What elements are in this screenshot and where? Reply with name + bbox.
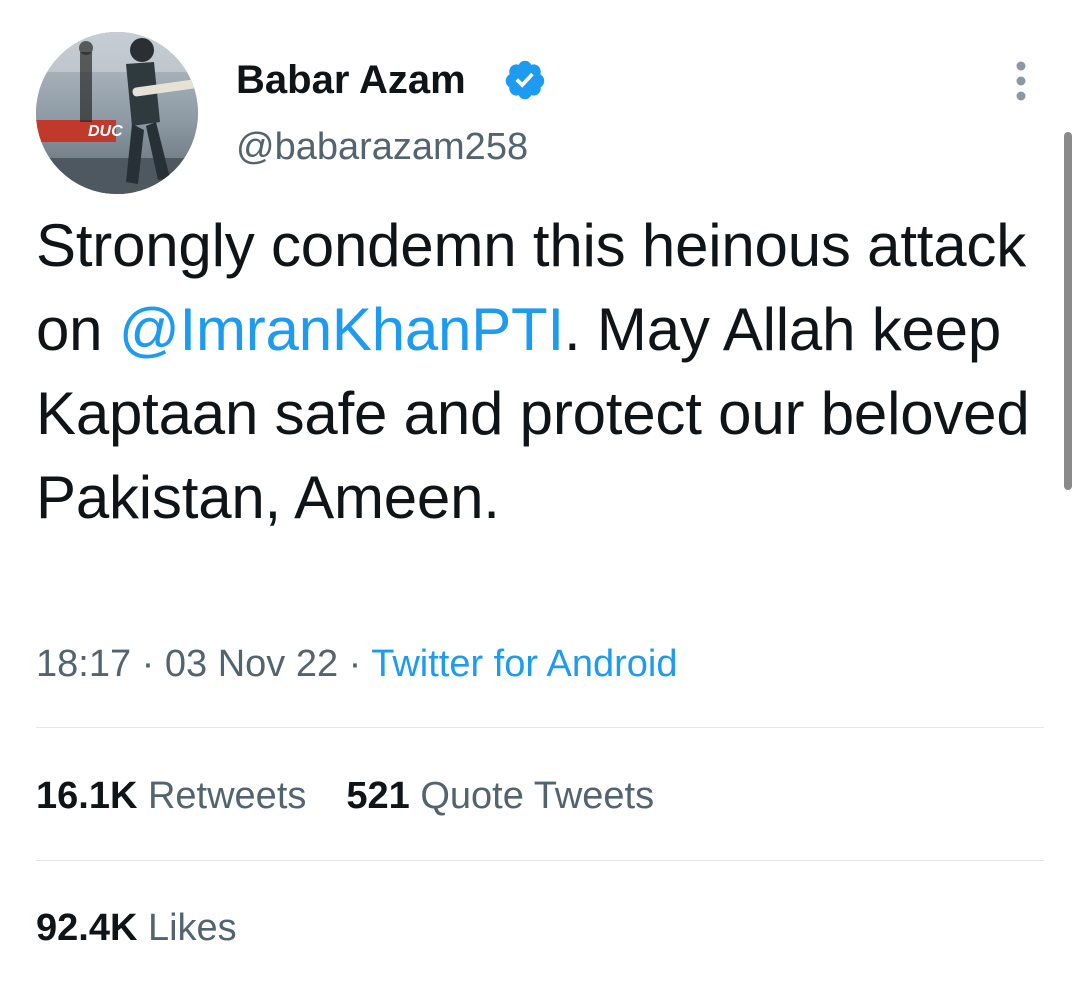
likes-stats: 92.4K Likes <box>36 904 237 952</box>
likes-stat[interactable]: 92.4K Likes <box>36 907 237 949</box>
likes-count: 92.4K <box>36 907 138 949</box>
divider <box>36 727 1044 728</box>
meta-separator: · <box>338 643 372 685</box>
likes-label: Likes <box>147 907 237 949</box>
verified-badge-icon <box>505 60 545 100</box>
divider <box>36 860 1044 861</box>
mention-link[interactable]: @ImranKhanPTI <box>119 296 564 363</box>
quote-tweets-stat[interactable]: 521 Quote Tweets <box>346 775 654 817</box>
quote-tweets-label: Quote Tweets <box>420 775 655 817</box>
quote-tweets-count: 521 <box>346 775 410 817</box>
retweets-stat[interactable]: 16.1K Retweets <box>36 775 306 817</box>
meta-separator: · <box>131 643 165 685</box>
tweet-text: Strongly condemn this heinous attack on … <box>36 204 1036 540</box>
retweets-count: 16.1K <box>36 775 138 817</box>
scrollbar[interactable] <box>1064 132 1072 490</box>
user-handle[interactable]: @babarazam258 <box>236 124 528 170</box>
tweet-date[interactable]: 03 Nov 22 <box>165 643 338 685</box>
tweet-meta: 18:17 · 03 Nov 22 · Twitter for Android <box>36 640 677 688</box>
tweet-card: DUC Babar Azam @babarazam258 Strongly co… <box>0 0 1080 992</box>
retweets-label: Retweets <box>147 775 307 817</box>
avatar-photo: DUC <box>36 32 198 194</box>
display-name[interactable]: Babar Azam <box>236 56 466 104</box>
engagement-stats: 16.1K Retweets 521 Quote Tweets <box>36 772 654 820</box>
tweet-source-link[interactable]: Twitter for Android <box>371 643 677 685</box>
svg-text:DUC: DUC <box>88 123 123 140</box>
tweet-time[interactable]: 18:17 <box>36 643 131 685</box>
more-options-icon[interactable] <box>1004 60 1038 102</box>
avatar[interactable]: DUC <box>36 32 198 194</box>
